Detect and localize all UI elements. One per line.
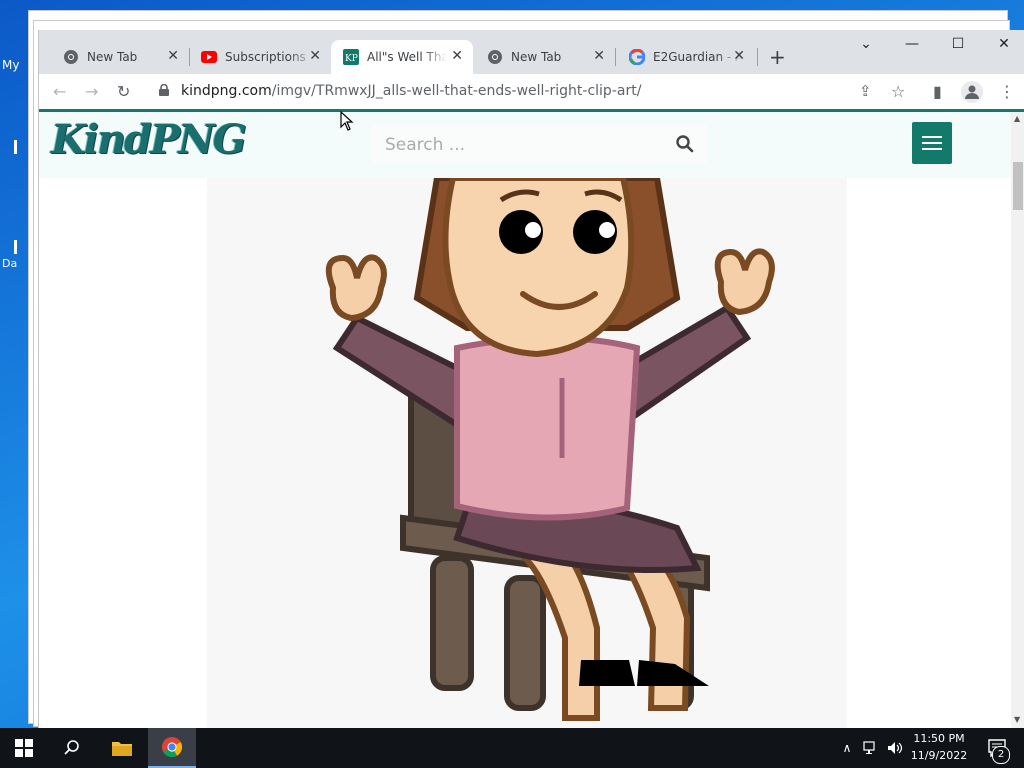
taskbar: ∧ 11:50 PM 11/9/2022 2 bbox=[0, 728, 1024, 768]
scroll-down-icon[interactable]: ▼ bbox=[1014, 715, 1020, 724]
close-icon[interactable]: ✕ bbox=[593, 48, 605, 64]
url-path: /imgv/TRmwxJJ_alls-well-that-ends-well-r… bbox=[271, 83, 642, 99]
search-icon[interactable] bbox=[675, 134, 695, 154]
tab-title: E2Guardian - A bbox=[653, 50, 743, 64]
start-button[interactable] bbox=[0, 728, 48, 768]
notification-count-badge: 2 bbox=[992, 746, 1010, 764]
maximize-button[interactable]: ☐ bbox=[943, 36, 973, 52]
kindpng-icon: KP bbox=[343, 49, 359, 65]
search-taskbar-button[interactable] bbox=[48, 728, 96, 768]
desktop-icon-edge bbox=[14, 240, 17, 254]
star-icon[interactable]: ☆ bbox=[891, 82, 905, 101]
close-icon[interactable]: ✕ bbox=[167, 48, 179, 64]
cartoon-woman-on-chair-image bbox=[325, 175, 775, 721]
chrome-taskbar-button[interactable] bbox=[148, 728, 196, 768]
tab-title: New Tab bbox=[87, 50, 138, 64]
url-host: kindpng.com bbox=[181, 83, 272, 99]
close-icon[interactable]: ✕ bbox=[309, 48, 321, 64]
tab-title: Subscriptions bbox=[225, 50, 306, 64]
youtube-icon bbox=[201, 49, 217, 65]
tab-e2guardian[interactable]: E2Guardian - A ✕ bbox=[609, 40, 755, 74]
browser-window: New Tab ✕ Subscriptions ✕ KP All"s Well … bbox=[38, 30, 1024, 728]
windows-logo-icon bbox=[15, 739, 33, 757]
clip-art-image[interactable] bbox=[207, 175, 847, 728]
tab-new-tab-2[interactable]: New Tab ✕ bbox=[467, 40, 615, 74]
site-search bbox=[371, 124, 707, 164]
page-scrollbar[interactable]: ▲ ▼ bbox=[1011, 112, 1024, 728]
minimize-button[interactable]: — bbox=[897, 36, 927, 52]
hamburger-menu-button[interactable] bbox=[912, 122, 952, 164]
mouse-cursor-icon bbox=[340, 111, 354, 131]
desktop-icon-edge bbox=[14, 140, 17, 154]
lock-icon[interactable] bbox=[159, 84, 169, 96]
desktop-icon-label[interactable]: Da bbox=[2, 257, 17, 270]
chrome-icon bbox=[162, 737, 183, 758]
tab-alls-well[interactable]: KP All"s Well That ✕ bbox=[331, 40, 473, 74]
tab-title: All"s Well That bbox=[367, 50, 447, 64]
address-bar[interactable]: kindpng.com/imgv/TRmwxJJ_alls-well-that-… bbox=[181, 83, 641, 99]
svg-text:KP: KP bbox=[345, 54, 358, 64]
forward-icon[interactable]: → bbox=[85, 82, 98, 101]
desktop-icon-label[interactable]: My bbox=[2, 58, 19, 72]
back-icon[interactable]: ← bbox=[53, 82, 66, 101]
google-icon bbox=[629, 49, 645, 65]
close-icon[interactable]: ✕ bbox=[733, 48, 745, 64]
tab-subscriptions[interactable]: Subscriptions ✕ bbox=[181, 40, 331, 74]
scrollbar-thumb[interactable] bbox=[1013, 162, 1023, 210]
profile-avatar-icon[interactable] bbox=[961, 81, 983, 103]
browser-toolbar: ← → ↻ kindpng.com/imgv/TRmwxJJ_alls-well… bbox=[39, 74, 1024, 110]
side-panel-icon[interactable]: ▮ bbox=[933, 82, 942, 101]
tray-overflow-icon[interactable]: ∧ bbox=[838, 728, 856, 768]
folder-icon bbox=[112, 742, 132, 756]
tab-new-tab-1[interactable]: New Tab ✕ bbox=[43, 40, 189, 74]
clock-date[interactable]: 11/9/2022 bbox=[904, 749, 974, 762]
more-menu-icon[interactable]: ⋮ bbox=[999, 82, 1015, 101]
clock-time[interactable]: 11:50 PM bbox=[904, 732, 974, 745]
tab-title: New Tab bbox=[511, 50, 562, 64]
new-tab-button[interactable]: + bbox=[769, 45, 786, 69]
notification-center-button[interactable]: 2 bbox=[978, 728, 1018, 768]
web-page: KindPNG bbox=[39, 112, 1011, 728]
chrome-icon bbox=[63, 49, 79, 65]
tab-separator bbox=[757, 48, 758, 66]
chrome-icon bbox=[487, 49, 503, 65]
tab-strip: New Tab ✕ Subscriptions ✕ KP All"s Well … bbox=[39, 30, 1024, 74]
site-logo[interactable]: KindPNG bbox=[51, 116, 247, 163]
close-icon[interactable]: ✕ bbox=[451, 48, 463, 64]
site-header: KindPNG bbox=[39, 112, 1011, 178]
scroll-up-icon[interactable]: ▲ bbox=[1014, 114, 1020, 123]
share-icon[interactable]: ⇪ bbox=[859, 82, 872, 100]
search-icon bbox=[64, 740, 79, 755]
file-explorer-button[interactable] bbox=[98, 728, 146, 768]
network-icon[interactable] bbox=[860, 728, 882, 768]
close-window-button[interactable]: ✕ bbox=[989, 36, 1019, 52]
volume-icon[interactable] bbox=[884, 728, 906, 768]
tab-search-button[interactable]: ⌄ bbox=[851, 36, 881, 52]
reload-icon[interactable]: ↻ bbox=[117, 82, 130, 101]
search-input[interactable] bbox=[383, 132, 667, 158]
